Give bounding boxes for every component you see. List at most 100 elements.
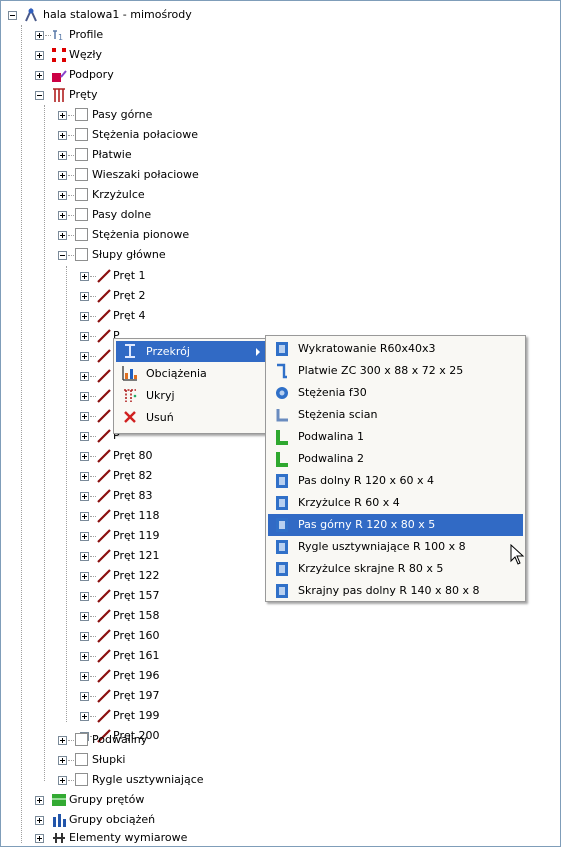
expand-icon[interactable] [80,492,89,501]
tree-item-group[interactable]: Pasy górne [1,105,261,125]
expand-icon[interactable] [80,332,89,341]
submenu-item[interactable]: Pas dolny R 120 x 60 x 4 [268,470,523,492]
tree-item-bar[interactable]: Pręt 1 [1,266,261,286]
menu-item-przekroj[interactable]: Przekrój [116,341,266,362]
tree-item-group[interactable]: Słupy główne [1,245,261,265]
expand-icon[interactable] [80,552,89,561]
tree-item-group[interactable]: Wieszaki połaciowe [1,165,261,185]
expand-icon[interactable] [80,392,89,401]
expand-icon[interactable] [80,292,89,301]
tree-item-elementy-wymiarowe[interactable]: Elementy wymiarowe [1,828,201,846]
tree-item-bar[interactable]: Pręt 119 [1,526,261,546]
collapse-icon[interactable] [8,11,17,20]
tree-item-grupy-pretow[interactable]: Grupy prętów [1,790,201,810]
tree-item-group[interactable]: Płatwie [1,145,261,165]
submenu-item[interactable]: Rygle usztywniające R 100 x 8 [268,536,523,558]
expand-icon[interactable] [35,71,44,80]
expand-icon[interactable] [80,432,89,441]
expand-icon[interactable] [58,776,67,785]
tree-item-bar[interactable]: Pręt 82 [1,466,261,486]
expand-icon[interactable] [58,151,67,160]
group-checkbox[interactable] [75,188,88,201]
expand-icon[interactable] [35,796,44,805]
group-checkbox[interactable] [75,773,88,786]
tree-item-group[interactable]: Stężenia połaciowe [1,125,261,145]
expand-icon[interactable] [80,452,89,461]
tree-item-podpory[interactable]: Podpory [1,65,201,85]
submenu-item[interactable]: Platwie ZC 300 x 88 x 72 x 25 [268,360,523,382]
tree-item-bar[interactable]: Pręt 2 [1,286,261,306]
tree-item-profile[interactable]: 1 Profile [1,25,201,45]
expand-icon[interactable] [80,352,89,361]
expand-icon[interactable] [58,171,67,180]
expand-icon[interactable] [80,312,89,321]
expand-icon[interactable] [80,512,89,521]
expand-icon[interactable] [58,111,67,120]
expand-icon[interactable] [80,692,89,701]
tree-root[interactable]: hala stalowa1 - mimośrody [7,5,307,25]
tree-item-bar[interactable]: Pręt 118 [1,506,261,526]
expand-icon[interactable] [80,372,89,381]
group-checkbox[interactable] [75,108,88,121]
tree-item-group[interactable]: Rygle usztywniające [1,770,261,790]
submenu-item[interactable]: Skrajny pas dolny R 140 x 80 x 8 [268,580,523,602]
submenu-item[interactable]: Stężenia f30 [268,382,523,404]
menu-item-usun[interactable]: Usuń [116,407,266,428]
submenu-item[interactable]: Wykratowanie R60x40x3 [268,338,523,360]
tree-item-prety[interactable]: Pręty [1,85,201,105]
tree-item-bar[interactable]: Pręt 83 [1,486,261,506]
tree-item-wezly[interactable]: Węzły [1,45,201,65]
tree-item-bar[interactable]: Pręt 80 [1,446,261,466]
tree-view[interactable]: hala stalowa1 - mimośrody 1 Profile Węzł… [0,0,561,847]
tree-item-group[interactable]: Słupki [1,750,261,770]
expand-icon[interactable] [35,834,44,843]
expand-icon[interactable] [58,191,67,200]
expand-icon[interactable] [58,736,67,745]
tree-item-bar[interactable]: Pręt 122 [1,566,261,586]
tree-item-bar[interactable]: Pręt 197 [1,686,261,706]
expand-icon[interactable] [80,272,89,281]
expand-icon[interactable] [80,672,89,681]
expand-icon[interactable] [80,412,89,421]
expand-icon[interactable] [80,592,89,601]
menu-item-ukryj[interactable]: Ukryj [116,385,266,406]
menu-item-obciazenia[interactable]: Obciążenia [116,363,266,384]
submenu-item[interactable]: Stężenia scian [268,404,523,426]
tree-item-group[interactable]: Krzyżulce [1,185,261,205]
tree-item-bar[interactable]: Pręt 158 [1,606,261,626]
expand-icon[interactable] [80,572,89,581]
tree-item-bar[interactable]: Pręt 196 [1,666,261,686]
expand-icon[interactable] [35,816,44,825]
group-checkbox[interactable] [75,208,88,221]
expand-icon[interactable] [58,231,67,240]
submenu-item[interactable]: Krzyżulce skrajne R 80 x 5 [268,558,523,580]
collapse-icon[interactable] [35,91,44,100]
group-checkbox[interactable] [75,248,88,261]
expand-icon[interactable] [35,51,44,60]
tree-item-bar[interactable]: Pręt 161 [1,646,261,666]
tree-item-bar[interactable]: Pręt 4 [1,306,261,326]
group-checkbox[interactable] [75,148,88,161]
group-checkbox[interactable] [75,128,88,141]
tree-item-group[interactable]: Podwaliny [1,730,261,750]
tree-item-bar[interactable]: Pręt 160 [1,626,261,646]
tree-item-bar[interactable]: Pręt 121 [1,546,261,566]
expand-icon[interactable] [80,712,89,721]
expand-icon[interactable] [80,652,89,661]
expand-icon[interactable] [35,31,44,40]
submenu-item[interactable]: Pas górny R 120 x 80 x 5 [268,514,523,536]
group-checkbox[interactable] [75,228,88,241]
collapse-icon[interactable] [58,251,67,260]
group-checkbox[interactable] [75,753,88,766]
group-checkbox[interactable] [75,733,88,746]
expand-icon[interactable] [58,131,67,140]
expand-icon[interactable] [58,211,67,220]
group-checkbox[interactable] [75,168,88,181]
tree-item-bar[interactable]: Pręt 199 [1,706,261,726]
tree-item-grupy-obciazen[interactable]: Grupy obciążeń [1,810,201,830]
tree-item-group[interactable]: Stężenia pionowe [1,225,261,245]
expand-icon[interactable] [80,612,89,621]
submenu-item[interactable]: Podwalina 1 [268,426,523,448]
submenu-item[interactable]: Krzyżulce R 60 x 4 [268,492,523,514]
expand-icon[interactable] [58,756,67,765]
